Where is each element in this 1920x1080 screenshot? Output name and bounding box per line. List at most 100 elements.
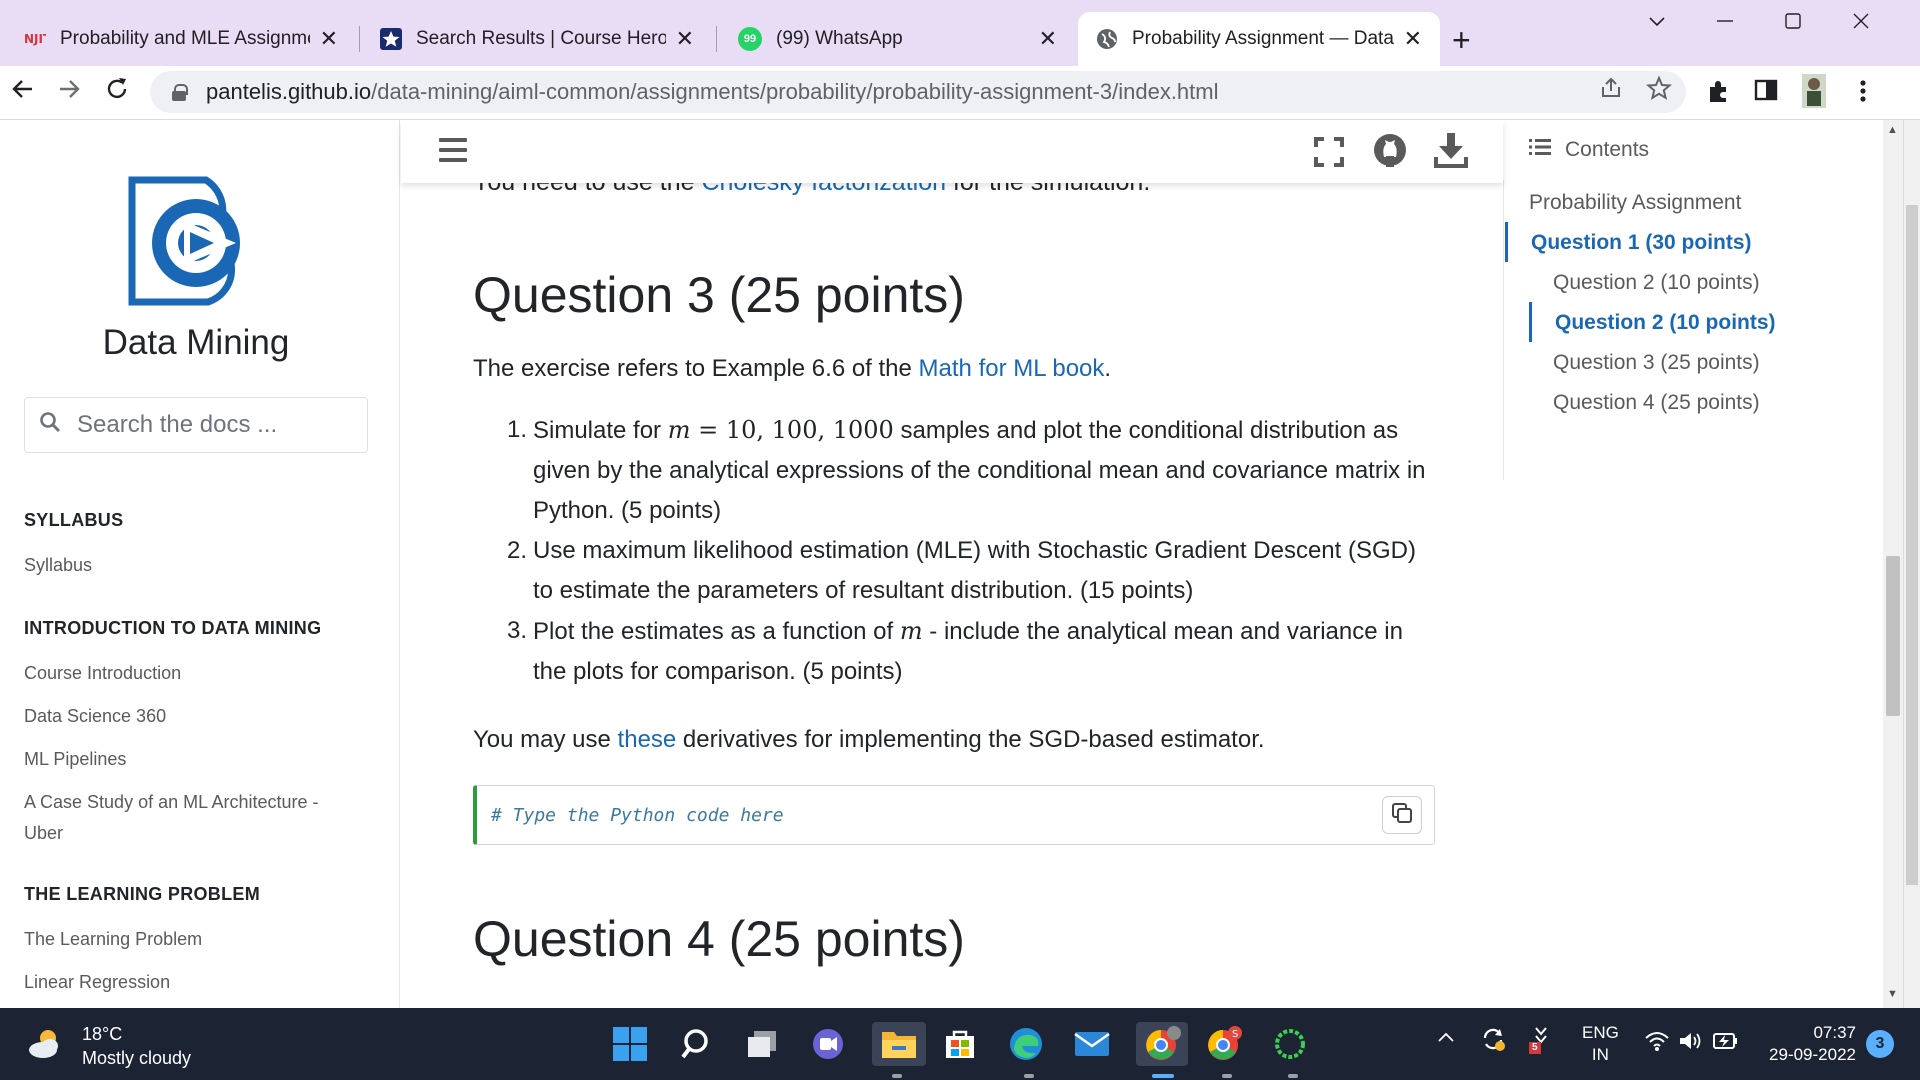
nav-link-syllabus[interactable]: Syllabus [24,550,354,581]
outer-scrollbar-thumb[interactable] [1906,205,1918,885]
input-language-indicator[interactable]: ENG IN [1582,1022,1619,1066]
share-icon[interactable] [1598,75,1624,108]
windows-taskbar: 18°C Mostly cloudy S 5 ENG IN 07:37 29-0… [0,1008,1920,1080]
list-item: 1. Simulate for m = 10, 100, 1000 sample… [507,416,1426,524]
list-icon [1529,138,1551,162]
tab-separator [716,26,717,52]
fullscreen-icon[interactable] [1314,137,1344,172]
tab-course-hero[interactable]: Search Results | Course Hero ✕ [362,12,712,66]
nav-link-linear-regression[interactable]: Linear Regression [24,967,354,998]
nav-link-uber-case-study[interactable]: A Case Study of an ML Architecture - Ube… [24,787,354,849]
file-explorer-icon[interactable] [872,1022,926,1066]
running-indicator [1222,1074,1232,1078]
scroll-down-arrow-icon[interactable]: ▼ [1887,988,1898,1000]
forward-arrow-icon[interactable] [54,74,84,111]
address-bar[interactable]: pantelis.github.io/data-mining/aiml-comm… [150,71,1686,113]
new-tab-plus-icon[interactable]: + [1452,22,1471,59]
teams-chat-icon[interactable] [806,1022,850,1066]
windows-start-icon[interactable] [608,1022,652,1066]
toc-header: Contents [1529,138,1649,162]
copy-code-button[interactable] [1382,796,1422,834]
whatsapp-badge-icon: 99 [738,27,762,51]
math-values: 10, 100, 1000 [725,416,894,444]
nav-link-learning-problem[interactable]: The Learning Problem [24,924,354,955]
copy-icon [1390,801,1414,830]
nav-link-course-introduction[interactable]: Course Introduction [24,658,354,689]
toc-item-question-1[interactable]: Question 1 (30 points) [1531,231,1752,255]
weather-widget[interactable]: 18°C Mostly cloudy [28,1022,191,1070]
tray-app-icon[interactable]: 5 [1528,1026,1554,1062]
code-cell[interactable]: # Type the Python code here [473,785,1435,845]
running-indicator [1288,1074,1298,1078]
github-icon[interactable] [1373,133,1407,172]
tab-search-chevron-icon[interactable] [1646,10,1668,38]
edge-browser-icon[interactable] [1004,1022,1048,1066]
close-tab-icon[interactable]: ✕ [676,26,694,52]
back-arrow-icon[interactable] [8,74,38,111]
profile-avatar-icon[interactable] [1802,74,1826,115]
close-window-icon[interactable] [1850,10,1872,38]
content-topbar [401,120,1503,183]
site-title[interactable]: Data Mining [0,323,392,363]
browser-menu-icon[interactable] [1858,78,1868,111]
microsoft-store-icon[interactable] [938,1022,982,1066]
math-variable: m [899,617,923,645]
tab-probability-assignment-active[interactable]: Probability Assignment — Data M ✕ [1078,12,1440,66]
data-mining-logo[interactable] [128,176,268,311]
bookmark-star-icon[interactable] [1645,75,1673,108]
hamburger-menu-icon[interactable] [439,138,467,162]
derivatives-sentence: You may use these derivatives for implem… [473,726,1265,753]
tray-badge-count: 5 [1532,1042,1538,1053]
battery-charging-icon[interactable] [1712,1030,1740,1058]
weather-temperature: 18°C [82,1024,123,1044]
page-scrollbar[interactable]: ▲ ▼ [1883,120,1903,1008]
toc-item-question-4[interactable]: Question 4 (25 points) [1553,391,1760,415]
toc-item-question-2[interactable]: Question 2 (10 points) [1553,271,1760,295]
mail-icon[interactable] [1070,1022,1114,1066]
tray-chevron-up-icon[interactable] [1436,1028,1456,1054]
globe-icon [1096,28,1118,50]
nav-link-data-science-360[interactable]: Data Science 360 [24,701,354,732]
tab-separator [359,26,360,52]
derivatives-link[interactable]: these [618,726,677,753]
maximize-window-icon[interactable] [1782,10,1804,38]
taskbar-search-icon[interactable] [674,1022,718,1066]
tab-probability-mle[interactable]: NJIT Probability and MLE Assignment ✕ [6,12,356,66]
extensions-puzzle-icon[interactable] [1706,78,1732,111]
reload-icon[interactable] [102,74,132,111]
volume-icon[interactable] [1678,1030,1704,1058]
main-content: You need to use the Cholesky factorizati… [401,120,1503,1008]
toc-item-probability-assignment[interactable]: Probability Assignment [1529,191,1741,215]
tab-whatsapp[interactable]: 99 (99) WhatsApp ✕ [720,12,1075,66]
toc-item-question-3[interactable]: Question 3 (25 points) [1553,351,1760,375]
toc-item-question-2-active[interactable]: Question 2 (10 points) [1555,311,1776,335]
task-view-icon[interactable] [740,1022,784,1066]
search-placeholder: Search the docs ... [77,411,278,438]
outer-scrollbar[interactable] [1903,120,1920,1008]
tab-title: Search Results | Course Hero [416,28,666,49]
tab-title: Probability and MLE Assignment [60,28,310,49]
weather-description: Mostly cloudy [82,1048,192,1068]
url-text: pantelis.github.io/data-mining/aiml-comm… [206,79,1219,104]
download-icon[interactable] [1434,133,1468,174]
chrome-profile-icon[interactable] [1136,1022,1188,1066]
minimize-window-icon[interactable] [1714,10,1736,38]
notification-count-badge[interactable]: 3 [1866,1030,1894,1058]
close-tab-icon[interactable]: ✕ [1404,26,1422,52]
sync-icon[interactable] [1480,1026,1506,1058]
loading-ring-app-icon[interactable] [1268,1022,1312,1066]
close-tab-icon[interactable]: ✕ [1039,26,1057,52]
side-panel-icon[interactable] [1754,78,1778,109]
nav-link-ml-pipelines[interactable]: ML Pipelines [24,744,354,775]
close-tab-icon[interactable]: ✕ [320,26,338,52]
search-docs-input[interactable]: Search the docs ... [24,397,368,453]
svg-text:NJIT: NJIT [24,32,46,46]
running-indicator [1024,1074,1034,1078]
system-clock[interactable]: 07:37 29-09-2022 [1758,1022,1856,1066]
math-variable: m [667,416,691,444]
scrollbar-thumb[interactable] [1886,556,1900,716]
wifi-icon[interactable] [1644,1030,1670,1058]
math-for-ml-link[interactable]: Math for ML book [919,355,1105,382]
scroll-up-arrow-icon[interactable]: ▲ [1887,124,1898,136]
chrome-profile-s-icon[interactable]: S [1202,1022,1246,1066]
